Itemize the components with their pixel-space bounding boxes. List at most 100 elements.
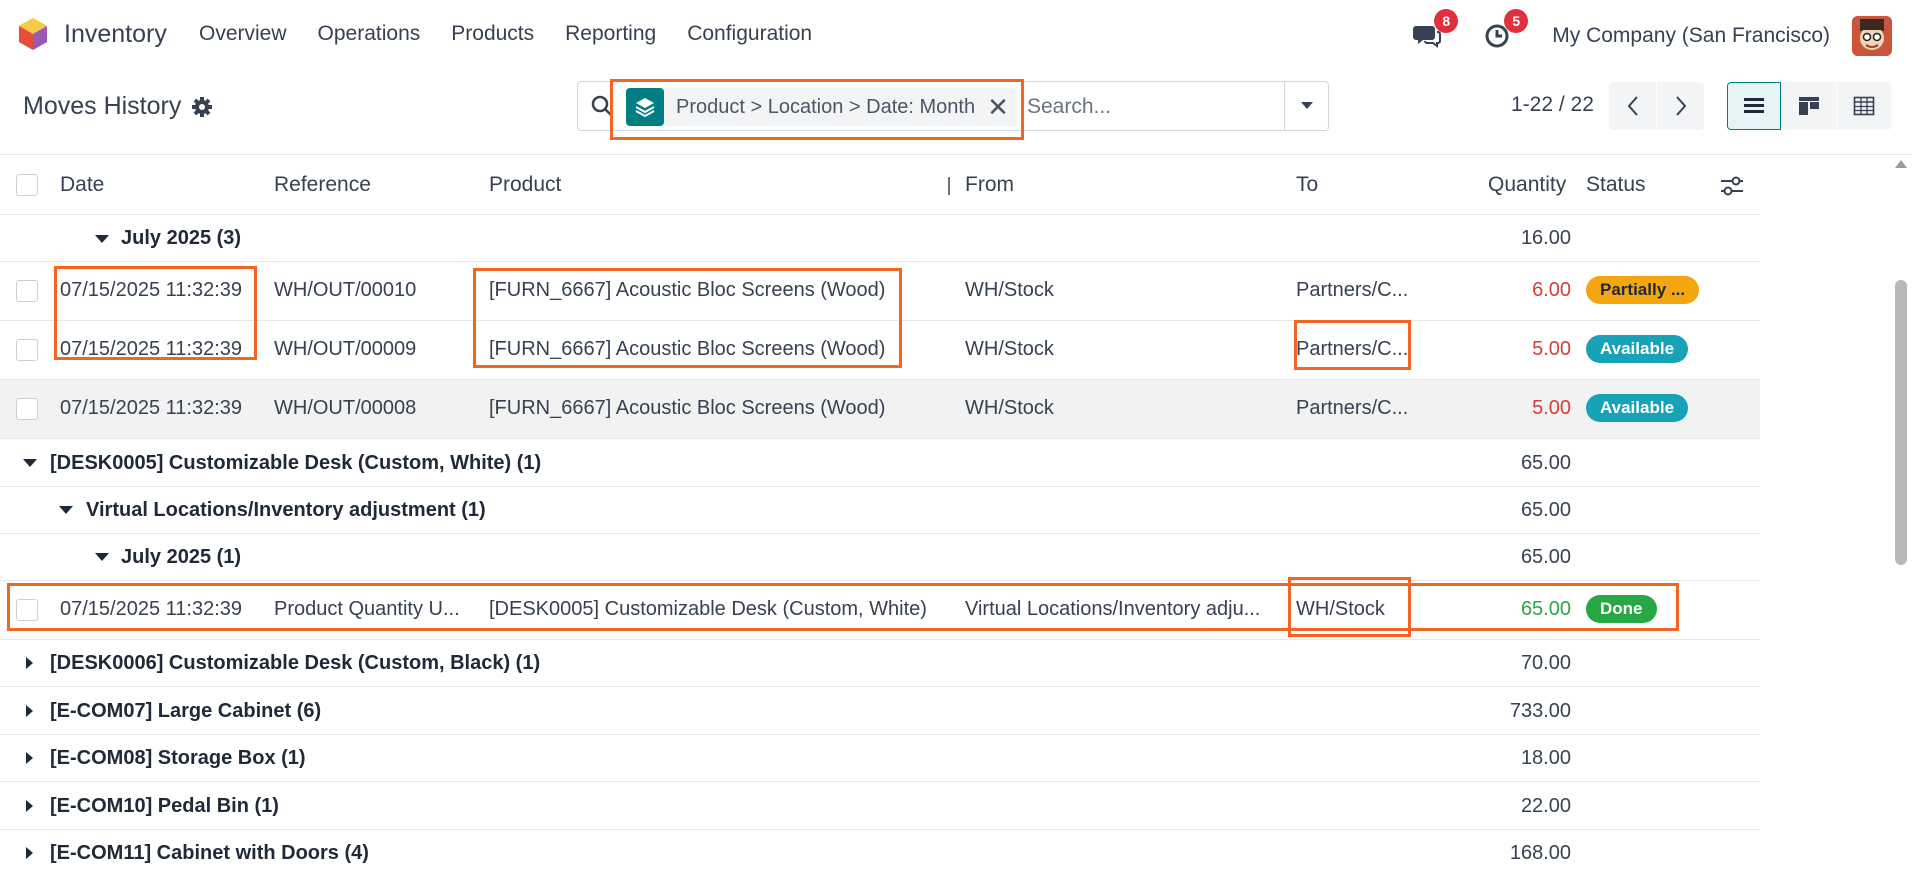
pager-previous-button[interactable] [1609, 82, 1656, 130]
menu-reporting[interactable]: Reporting [565, 22, 656, 46]
navbar-systray: 8 5 My Company (San Francisco) [1412, 9, 1892, 58]
group-label: [E-COM10] Pedal Bin (1) [50, 795, 279, 817]
group-quantity: 16.00 [1520, 227, 1571, 249]
cell-reference: Product Quantity U... [274, 598, 460, 620]
column-resize-handle[interactable] [948, 177, 950, 195]
facet-remove-icon[interactable]: ✕ [987, 94, 1009, 120]
caret-right-icon [26, 705, 33, 717]
inventory-app-icon[interactable] [18, 17, 48, 51]
optional-columns-icon[interactable] [1720, 175, 1744, 197]
cell-date: 07/15/2025 11:32:39 [60, 279, 243, 301]
row-checkbox[interactable] [16, 280, 38, 302]
table-row[interactable]: 07/15/2025 11:32:39 WH/OUT/00008 [FURN_6… [0, 380, 1760, 439]
top-navbar: Inventory Overview Operations Products R… [0, 0, 1912, 70]
menu-configuration[interactable]: Configuration [687, 22, 812, 46]
menu-operations[interactable]: Operations [318, 22, 421, 46]
scroll-thumb[interactable] [1895, 280, 1907, 565]
list-view-button[interactable] [1727, 82, 1781, 130]
user-avatar[interactable] [1852, 16, 1892, 56]
group-quantity: 65.00 [1520, 499, 1571, 521]
group-row[interactable]: Virtual Locations/Inventory adjustment (… [0, 487, 1760, 534]
caret-right-icon [26, 800, 33, 812]
cell-reference: WH/OUT/00010 [274, 279, 417, 301]
group-label: [E-COM11] Cabinet with Doors (4) [50, 842, 369, 864]
group-row[interactable]: [E-COM08] Storage Box (1) 18.00 [0, 735, 1760, 782]
group-row[interactable]: [E-COM11] Cabinet with Doors (4) 168.00 [0, 830, 1760, 870]
group-row[interactable]: [E-COM07] Large Cabinet (6) 733.00 [0, 687, 1760, 735]
cell-product: [FURN_6667] Acoustic Bloc Screens (Wood) [489, 338, 886, 360]
status-badge: Available [1586, 335, 1689, 363]
group-row[interactable]: [DESK0006] Customizable Desk (Custom, Bl… [0, 640, 1760, 687]
layers-icon [626, 88, 664, 126]
cell-date: 07/15/2025 11:32:39 [60, 397, 243, 419]
cell-quantity: 65.00 [1520, 598, 1571, 620]
column-quantity[interactable]: Quantity [1488, 173, 1566, 197]
moves-list: Date Reference Product From To Quantity … [0, 155, 1760, 870]
cell-to: Partners/C... [1296, 279, 1409, 301]
search-input[interactable] [1027, 88, 1267, 126]
app-name[interactable]: Inventory [64, 20, 167, 49]
row-checkbox[interactable] [16, 599, 38, 621]
column-reference[interactable]: Reference [274, 173, 371, 197]
cell-product: [FURN_6667] Acoustic Bloc Screens (Wood) [489, 279, 886, 301]
kanban-view-button[interactable] [1782, 82, 1836, 130]
column-date[interactable]: Date [60, 173, 104, 197]
messages-button[interactable]: 8 [1412, 9, 1459, 51]
select-all-checkbox[interactable] [16, 174, 38, 196]
row-checkbox[interactable] [16, 398, 38, 420]
cell-reference: WH/OUT/00008 [274, 397, 417, 419]
group-label: [E-COM08] Storage Box (1) [50, 747, 306, 769]
list-icon [1744, 98, 1764, 113]
table-row[interactable]: 07/15/2025 11:32:39 Product Quantity U..… [0, 581, 1760, 640]
cell-reference: WH/OUT/00009 [274, 338, 417, 360]
pager-next-button[interactable] [1657, 82, 1704, 130]
pager-buttons [1609, 82, 1704, 130]
cell-from: WH/Stock [965, 338, 1054, 360]
row-checkbox[interactable] [16, 339, 38, 361]
activities-button[interactable]: 5 [1482, 9, 1529, 51]
group-row[interactable]: July 2025 (1) 65.00 [0, 534, 1760, 581]
cell-from: WH/Stock [965, 279, 1054, 301]
group-quantity: 70.00 [1520, 652, 1571, 674]
cell-date: 07/15/2025 11:32:39 [60, 598, 243, 620]
activities-badge: 5 [1504, 9, 1529, 33]
cell-product: [FURN_6667] Acoustic Bloc Screens (Wood) [489, 397, 886, 419]
view-switcher [1727, 82, 1892, 130]
table-row[interactable]: 07/15/2025 11:32:39 WH/OUT/00009 [FURN_6… [0, 321, 1760, 380]
column-to[interactable]: To [1296, 173, 1318, 197]
caret-right-icon [26, 657, 33, 669]
cell-from: Virtual Locations/Inventory adju... [965, 598, 1261, 620]
column-from[interactable]: From [965, 173, 1014, 197]
cell-product: [DESK0005] Customizable Desk (Custom, Wh… [489, 598, 927, 620]
chevron-left-icon [1627, 96, 1638, 116]
menu-overview[interactable]: Overview [199, 22, 287, 46]
table-row[interactable]: 07/15/2025 11:32:39 WH/OUT/00010 [FURN_6… [0, 262, 1760, 321]
search-icon[interactable] [590, 94, 614, 118]
pager-value[interactable]: 1-22 / 22 [1511, 93, 1594, 117]
group-label: Virtual Locations/Inventory adjustment (… [86, 499, 486, 521]
menu-products[interactable]: Products [451, 22, 534, 46]
cell-to: Partners/C... [1296, 397, 1409, 419]
group-quantity: 18.00 [1520, 747, 1571, 769]
page-title[interactable]: Moves History [23, 92, 181, 121]
groupby-facet[interactable]: Product > Location > Date: Month ✕ [626, 88, 1017, 126]
company-switcher[interactable]: My Company (San Francisco) [1552, 24, 1830, 48]
group-quantity: 65.00 [1520, 546, 1571, 568]
group-row[interactable]: [DESK0005] Customizable Desk (Custom, Wh… [0, 439, 1760, 487]
caret-right-icon [26, 752, 33, 764]
pivot-view-button[interactable] [1837, 82, 1891, 130]
caret-down-icon [23, 459, 37, 467]
column-product[interactable]: Product [489, 173, 561, 197]
group-quantity: 168.00 [1509, 842, 1571, 864]
chevron-right-icon [1675, 96, 1686, 116]
group-row[interactable]: [E-COM10] Pedal Bin (1) 22.00 [0, 782, 1760, 830]
group-label: [DESK0006] Customizable Desk (Custom, Bl… [50, 652, 541, 674]
gear-icon[interactable] [191, 96, 213, 118]
group-row[interactable]: July 2025 (3) 16.00 [0, 215, 1760, 262]
scroll-up-arrow[interactable] [1895, 160, 1907, 168]
cell-quantity: 5.00 [1532, 397, 1571, 419]
search-options-toggle[interactable] [1284, 82, 1328, 130]
column-status[interactable]: Status [1586, 173, 1646, 197]
status-badge: Partially ... [1586, 276, 1700, 304]
vertical-scrollbar[interactable] [1893, 160, 1907, 870]
